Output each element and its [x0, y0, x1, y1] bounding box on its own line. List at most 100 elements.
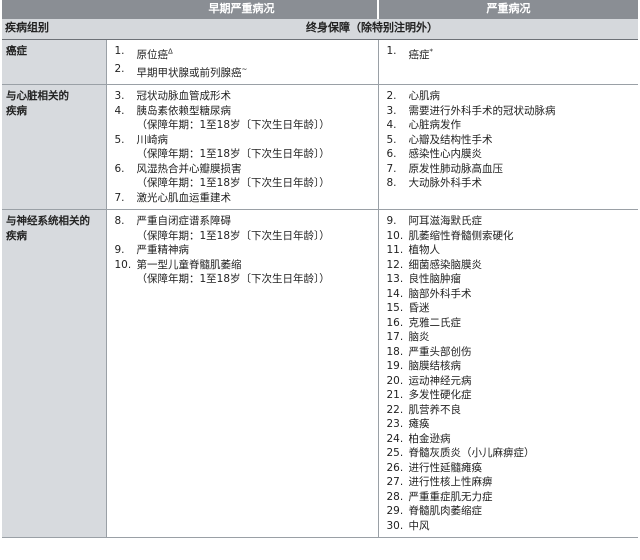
- severe-illness-item: 20. 运动神经元病: [379, 374, 639, 389]
- item-text: 严重精神病: [136, 244, 190, 256]
- early-illness-header: 早期严重病况: [106, 0, 378, 19]
- item-number: 14.: [386, 287, 404, 300]
- item-text: 严重自闭症谱系障碍: [136, 215, 232, 227]
- severe-illness-item: 15. 昏迷: [379, 301, 639, 316]
- severe-illness-item: 11. 植物人: [379, 243, 639, 258]
- item-number: 25.: [386, 447, 404, 459]
- item-text: 中风: [408, 519, 430, 532]
- item-text: 冠状动脉血管成形术: [136, 90, 232, 102]
- item-number: 1.: [386, 45, 397, 57]
- severe-illness-header: 严重病况: [377, 0, 638, 19]
- severe-illness-item: 23. 瘫痪: [379, 417, 639, 432]
- item-text: 运动神经元病: [408, 374, 472, 387]
- early-illness-item: 3. 冠状动脉血管成形术: [107, 89, 378, 104]
- item-number: 17.: [386, 331, 404, 343]
- disease-category: 与神经系统相关的 疾病: [2, 209, 107, 538]
- early-illness-item: 6. 风湿热合并心瓣膜损害 （保障年期：1至18岁〔下次生日年龄〕）: [107, 162, 378, 191]
- item-text: 阿耳滋海默氏症: [408, 215, 483, 227]
- item-text: 进行性核上性麻痹: [408, 476, 493, 488]
- item-number: 24.: [386, 432, 404, 445]
- disease-category-line: 与神经系统相关的: [6, 215, 90, 227]
- header-blank-cell: [2, 0, 106, 19]
- early-illness-list: 8. 严重自闭症谱系障碍 （保障年期：1至18岁〔下次生日年龄〕） 9. 严重精神病 10…: [107, 214, 378, 287]
- item-text: 川崎病: [136, 133, 169, 146]
- item-footnote-mark: Δ: [168, 47, 173, 55]
- disease-category: 与心脏相关的 疾病: [2, 84, 107, 210]
- early-illness-list: 1. 原位癌Δ 2. 早期甲状腺或前列腺癌~: [107, 44, 378, 80]
- early-illness-item: 4. 胰岛素依赖型糖尿病 （保障年期：1至18岁〔下次生日年龄〕）: [107, 104, 378, 133]
- severe-illness-item: 30. 中风: [379, 519, 639, 534]
- item-number: 16.: [386, 316, 404, 329]
- item-text: 严重重症肌无力症: [408, 490, 493, 503]
- severe-illness-cell: 2. 心肌病 3. 需要进行外科手术的冠状动脉病 4. 心脏病发作 5. 心瓣及结构性手术 6.…: [378, 84, 639, 210]
- item-number: 1.: [114, 45, 125, 57]
- section-row: 与心脏相关的 疾病 3. 冠状动脉血管成形术 4. 胰岛素依赖型糖尿病 （保障年期：1至18…: [2, 84, 639, 210]
- item-number: 7.: [386, 162, 397, 175]
- severe-illness-item: 16. 克雅二氏症: [379, 316, 639, 331]
- item-number: 8.: [114, 215, 125, 227]
- item-number: 18.: [386, 345, 404, 358]
- item-text: 多发性硬化症: [408, 389, 472, 401]
- coverage-table: 早期严重病况 严重病况 疾病组别 终身保障（除特别注明外） 癌症 1. 原位癌Δ 2.…: [2, 0, 638, 538]
- item-number: 4.: [114, 104, 125, 117]
- item-number: 22.: [386, 403, 404, 416]
- coverage-period-note: （保障年期：1至18岁〔下次生日年龄〕）: [136, 177, 330, 189]
- severe-illness-item: 21. 多发性硬化症: [379, 388, 639, 403]
- disease-category: 癌症: [2, 39, 107, 85]
- early-illness-cell: 8. 严重自闭症谱系障碍 （保障年期：1至18岁〔下次生日年龄〕） 9. 严重精神病 10…: [106, 209, 379, 538]
- item-number: 3.: [114, 90, 125, 102]
- item-number: 6.: [114, 162, 125, 175]
- lifetime-coverage-label: 终身保障（除特别注明外）: [106, 19, 638, 40]
- item-number: 10.: [114, 258, 132, 271]
- item-text: 瘫痪: [408, 418, 430, 430]
- item-text: 植物人: [408, 244, 441, 256]
- item-number: 2.: [386, 90, 397, 102]
- item-text: 需要进行外科手术的冠状动脉病: [408, 104, 556, 117]
- item-text: 脑膜结核病: [408, 360, 462, 372]
- item-text: 脑炎: [408, 331, 430, 343]
- item-number: 5.: [386, 133, 397, 146]
- severe-illness-item: 5. 心瓣及结构性手术: [379, 133, 639, 148]
- item-text: 第一型儿童脊髓肌萎缩: [136, 258, 242, 271]
- severe-illness-item: 10. 肌萎缩性脊髓侧索硬化: [379, 229, 639, 244]
- item-text: 心肌病: [408, 90, 441, 102]
- item-text: 肌营养不良: [408, 403, 462, 416]
- severe-illness-item: 12. 细菌感染脑膜炎: [379, 258, 639, 273]
- early-illness-item: 8. 严重自闭症谱系障碍 （保障年期：1至18岁〔下次生日年龄〕）: [107, 214, 378, 243]
- item-text: 脊髓肌肉萎缩症: [408, 505, 483, 517]
- severe-illness-list: 1. 癌症*: [379, 44, 639, 62]
- severe-illness-item: 14. 脑部外科手术: [379, 287, 639, 302]
- item-footnote-mark: ~: [241, 65, 248, 73]
- item-text: 早期甲状腺或前列腺癌~: [136, 65, 248, 79]
- severe-illness-list: 9. 阿耳滋海默氏症 10. 肌萎缩性脊髓侧索硬化 11. 植物人 12. 细菌感染脑膜炎 13…: [379, 214, 639, 533]
- severe-illness-item: 17. 脑炎: [379, 330, 639, 345]
- item-number: 10.: [386, 229, 404, 242]
- early-illness-item: 2. 早期甲状腺或前列腺癌~: [107, 62, 378, 80]
- coverage-page: 早期严重病况 严重病况 疾病组别 终身保障（除特别注明外） 癌症 1. 原位癌Δ 2.…: [0, 0, 640, 560]
- item-text: 胰岛素依赖型糖尿病: [136, 104, 232, 117]
- item-number: 4.: [386, 119, 397, 131]
- severe-illness-item: 24. 柏金逊病: [379, 432, 639, 447]
- severe-illness-cell: 1. 癌症*: [378, 39, 639, 85]
- item-number: 2.: [114, 63, 125, 75]
- item-text: 原位癌Δ: [136, 47, 173, 61]
- section-row: 癌症 1. 原位癌Δ 2. 早期甲状腺或前列腺癌~ 1. 癌症*: [2, 39, 639, 85]
- disease-category-line: 疾病: [6, 105, 27, 117]
- item-number: 13.: [386, 273, 404, 285]
- item-text: 进行性延髓瘫痪: [408, 461, 483, 474]
- item-number: 19.: [386, 360, 404, 372]
- severe-illness-item: 7. 原发性肺动脉高血压: [379, 162, 639, 177]
- severe-illness-item: 1. 癌症*: [379, 44, 639, 62]
- item-number: 15.: [386, 302, 404, 314]
- sections-body: 癌症 1. 原位癌Δ 2. 早期甲状腺或前列腺癌~ 1. 癌症* 与心脏相关的 疾病 3. 冠状动脉…: [2, 39, 639, 538]
- item-number: 28.: [386, 490, 404, 503]
- disease-category-line: 癌症: [6, 45, 27, 57]
- item-text: 克雅二氏症: [408, 316, 462, 329]
- severe-illness-cell: 9. 阿耳滋海默氏症 10. 肌萎缩性脊髓侧索硬化 11. 植物人 12. 细菌感染脑膜炎 13…: [378, 209, 639, 538]
- item-text: 脑部外科手术: [408, 287, 472, 300]
- item-number: 8.: [386, 177, 397, 189]
- severe-illness-item: 19. 脑膜结核病: [379, 359, 639, 374]
- early-illness-item: 7. 激光心肌血运重建术: [107, 191, 378, 206]
- coverage-period-note: （保障年期：1至18岁〔下次生日年龄〕）: [136, 148, 330, 160]
- header-row: 早期严重病况 严重病况: [2, 0, 638, 19]
